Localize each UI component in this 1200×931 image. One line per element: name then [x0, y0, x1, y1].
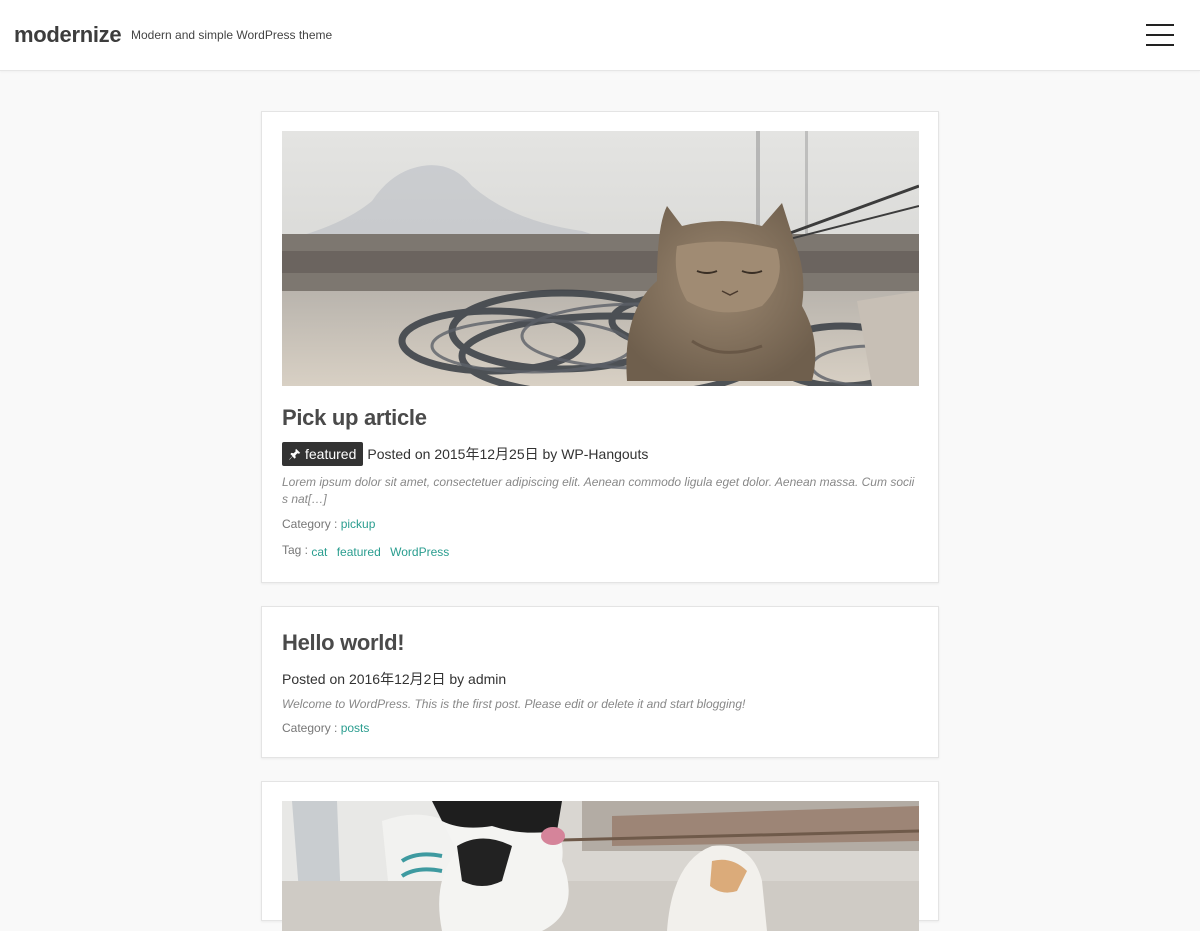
tag-link-cat[interactable]: cat	[311, 545, 327, 559]
posted-on-label: Posted on	[367, 446, 431, 462]
category-link-posts[interactable]: posts	[341, 721, 370, 735]
post-categories: Category : posts	[282, 721, 375, 735]
by-label: by	[449, 671, 465, 687]
hamburger-icon[interactable]	[1146, 24, 1176, 46]
post-date[interactable]: 2016年12月2日	[349, 669, 446, 689]
post-date[interactable]: 2015年12月25日	[434, 444, 538, 464]
post-thumbnail[interactable]	[282, 131, 919, 386]
posted-on-label: Posted on	[282, 671, 346, 687]
site-description: Modern and simple WordPress theme	[131, 28, 333, 42]
cats-at-harbor-image	[282, 801, 919, 931]
tag-label: Tag :	[282, 543, 309, 557]
featured-badge: featured	[282, 442, 364, 466]
tag-link-featured[interactable]: featured	[337, 545, 381, 559]
tag-link-wordpress[interactable]: WordPress	[390, 545, 449, 559]
cat-on-rope-image	[282, 131, 919, 386]
post-card: Pick up article featured Posted on 2015年…	[261, 111, 939, 583]
post-card: Hello world! Posted on 2016年12月2日 by adm…	[261, 606, 939, 758]
post-tags: Tag : cat featured WordPress	[282, 543, 455, 559]
category-label: Category :	[282, 517, 338, 531]
by-label: by	[542, 446, 558, 462]
category-label: Category :	[282, 721, 338, 735]
post-author[interactable]: WP-Hangouts	[561, 446, 648, 462]
site-header: modernize Modern and simple WordPress th…	[0, 0, 1200, 71]
post-card	[261, 781, 939, 931]
post-categories: Category : pickup	[282, 517, 381, 531]
post-excerpt: Lorem ipsum dolor sit amet, consectetuer…	[282, 475, 915, 506]
post-title[interactable]: Hello world!	[282, 630, 405, 656]
post-title[interactable]: Pick up article	[282, 405, 427, 431]
post-excerpt: Welcome to WordPress. This is the first …	[282, 697, 746, 711]
pushpin-icon	[289, 448, 301, 460]
site-title[interactable]: modernize	[14, 22, 122, 48]
featured-badge-label: featured	[305, 446, 357, 462]
post-meta: Posted on 2016年12月2日 by admin	[282, 669, 506, 689]
post-author[interactable]: admin	[468, 671, 506, 687]
post-meta: featured Posted on 2015年12月25日 by WP-Han…	[282, 442, 648, 466]
category-link-pickup[interactable]: pickup	[341, 517, 376, 531]
post-thumbnail[interactable]	[282, 801, 919, 931]
